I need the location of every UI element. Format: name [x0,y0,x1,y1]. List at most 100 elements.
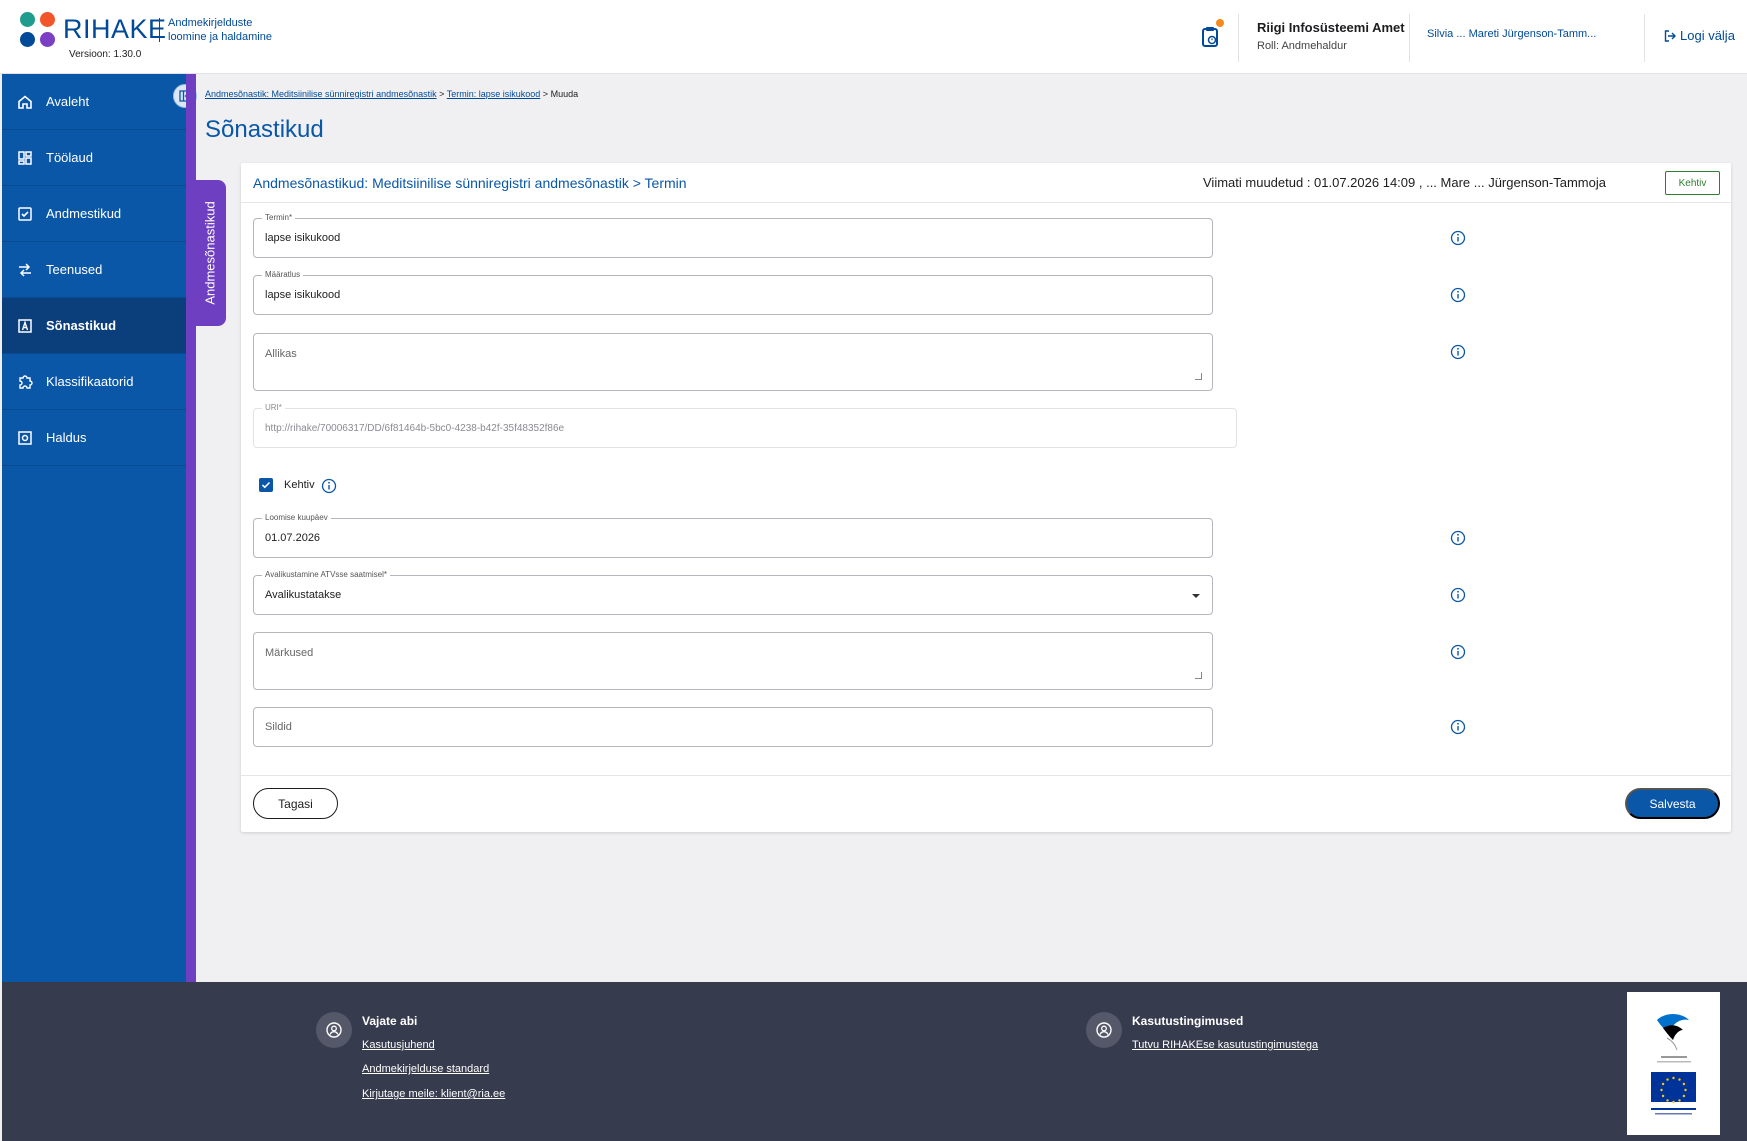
breadcrumb-separator: > [439,89,445,99]
vertical-context-tab[interactable]: Andmesõnastikud [194,180,226,326]
publication-value: Avalikustatakse [265,589,342,601]
publication-select[interactable]: Avalikustamine ATVsse saatmisel* Avaliku… [253,570,1213,615]
uri-value: http://rihake/70006317/DD/6f81464b-5bc0-… [265,423,565,434]
header-separator [1238,14,1239,62]
info-icon[interactable] [1450,530,1466,546]
home-icon [16,93,34,111]
card-title: Andmesõnastikud: Meditsiinilise sünnireg… [253,175,687,191]
dictionary-icon [16,317,34,335]
publication-label: Avalikustamine ATVsse saatmisel* [262,570,390,579]
footer-link-email[interactable]: Kirjutage meile: klient@ria.ee [362,1088,505,1100]
logo-text[interactable]: RIHAKE [63,14,167,45]
terms-user-icon [1086,1012,1122,1048]
markused-textarea[interactable]: Märkused [253,632,1213,690]
sidebar-item-label: Teenused [46,262,103,277]
checkbox-icon [16,205,34,223]
sidebar-item-andmestikud[interactable]: Andmestikud [2,186,186,242]
terms-title: Kasutustingimused [1132,1014,1244,1028]
creation-date-value: 01.07.2026 [265,532,321,544]
logout-button[interactable]: Logi välja [1664,28,1735,43]
settings-icon [16,429,34,447]
sidebar-item-haldus[interactable]: Haldus [2,410,186,466]
page-footer: Vajate abi Kasutusjuhend Andmekirjelduse… [2,982,1747,1141]
clipboard-notification-icon[interactable] [1200,19,1224,50]
footer-link-terms[interactable]: Tutvu RIHAKEse kasutustingimustega [1132,1039,1318,1051]
sidebar-item-avaleht[interactable]: Avaleht [2,74,186,130]
back-button[interactable]: Tagasi [253,788,338,819]
termin-field[interactable]: Termin* lapse isikukood [253,213,1213,258]
allikas-placeholder: Allikas [265,348,297,360]
version-label: Versioon: 1.30.0 [69,49,142,60]
sidebar-item-label: Klassifikaatorid [46,374,134,389]
sidebar-item-label: Haldus [46,430,87,445]
info-icon[interactable] [321,478,337,494]
creation-date-label: Loomise kuupäev [262,513,331,522]
notification-badge [1216,19,1224,27]
logout-icon [1664,29,1676,42]
card-footer-divider [241,775,1731,776]
sidebar-item-teenused[interactable]: Teenused [2,242,186,298]
estonian-flag-logo-icon [1657,1014,1691,1063]
check-icon [261,481,271,489]
sidebar-item-label: Andmestikud [46,206,122,221]
kehtiv-checkbox[interactable] [259,478,273,492]
app-header: RIHAKE Andmekirjelduste loomine ja halda… [0,0,1747,74]
header-separator [1644,14,1645,62]
footer-link-standard[interactable]: Andmekirjelduse standard [362,1063,489,1075]
termin-value: lapse isikukood [265,232,341,244]
info-icon[interactable] [1450,587,1466,603]
card-header: Andmesõnastikud: Meditsiinilise sünnireg… [241,163,1731,203]
resize-handle-icon[interactable] [1195,672,1202,679]
resize-handle-icon[interactable] [1195,373,1202,380]
info-icon[interactable] [1450,230,1466,246]
help-user-icon [316,1012,352,1048]
markused-placeholder: Märkused [265,647,314,659]
user-name-link[interactable]: Silvia ... Mareti Jürgenson-Tamm... [1427,28,1617,40]
breadcrumb-current: Muuda [550,89,579,99]
page-title: Sõnastikud [205,116,324,143]
breadcrumb-link-term[interactable]: Termin: lapse isikukood [447,89,541,99]
save-button[interactable]: Salvesta [1625,788,1720,819]
dashboard-icon [16,149,34,167]
swap-icon [16,261,34,279]
breadcrumb: Andmesõnastik: Meditsiinilise sünniregis… [205,89,578,99]
logo-divider [159,18,160,42]
help-title: Vajate abi [362,1014,418,1028]
maaratlus-label: Määratlus [262,270,304,279]
info-icon[interactable] [1450,719,1466,735]
logo-subtitle: Andmekirjelduste loomine ja haldamine [168,16,272,44]
eu-flag-logo-icon [1651,1072,1696,1115]
breadcrumb-link-dictionary[interactable]: Andmesõnastik: Meditsiinilise sünniregis… [205,89,437,99]
sidebar-item-sonastikud[interactable]: Sõnastikud [2,298,186,354]
footer-link-user-guide[interactable]: Kasutusjuhend [362,1039,435,1051]
status-badge: Kehtiv [1665,171,1720,195]
info-icon[interactable] [1450,344,1466,360]
sidebar-item-label: Sõnastikud [46,318,117,333]
sidebar-nav: Avaleht Töölaud Andmestikud Teenused Sõn… [2,74,186,982]
creation-date-field[interactable]: Loomise kuupäev 01.07.2026 [253,513,1213,558]
termin-label: Termin* [262,213,296,222]
info-icon[interactable] [1450,287,1466,303]
header-separator [1409,14,1410,62]
sidebar-item-klassifikaatorid[interactable]: Klassifikaatorid [2,354,186,410]
sidebar-item-label: Töölaud [46,150,93,165]
uri-label: URI* [262,403,285,412]
sildid-field[interactable]: Sildid [253,707,1213,747]
vertical-tab-label: Andmesõnastikud [202,201,218,305]
logo-subtitle-line2: loomine ja haldamine [168,31,272,43]
allikas-textarea[interactable]: Allikas [253,333,1213,391]
last-modified-info: Viimati muudetud : 01.07.2026 14:09 , ..… [1203,175,1606,190]
chevron-down-icon[interactable] [1192,594,1200,598]
logout-label: Logi välja [1680,28,1735,43]
maaratlus-field[interactable]: Määratlus lapse isikukood [253,270,1213,315]
info-icon[interactable] [1450,644,1466,660]
logo-dots-icon [20,12,56,48]
sidebar-item-toolaud[interactable]: Töölaud [2,130,186,186]
uri-field: URI* http://rihake/70006317/DD/6f81464b-… [253,403,1237,448]
maaratlus-value: lapse isikukood [265,289,341,301]
sildid-placeholder: Sildid [265,721,292,733]
breadcrumb-separator: > [542,89,549,99]
sidebar-item-label: Avaleht [46,94,90,109]
kehtiv-label: Kehtiv [284,479,315,491]
sponsor-logos [1627,992,1720,1135]
